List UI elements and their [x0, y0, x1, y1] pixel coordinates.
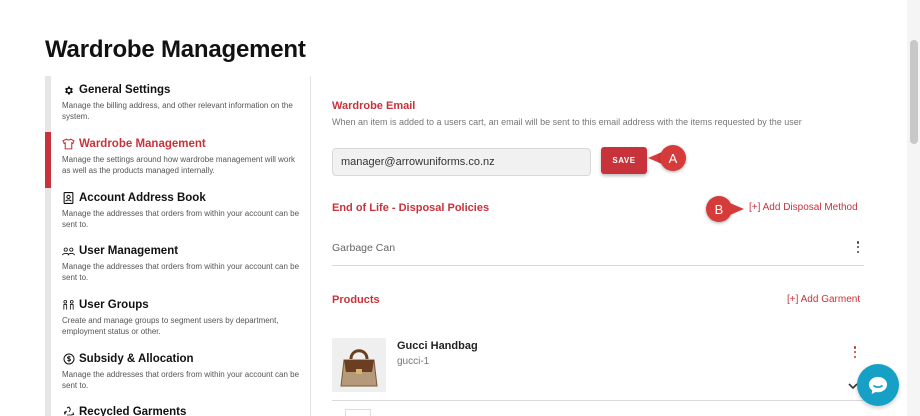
sidebar-item-description: Manage the addresses that orders from wi… — [62, 209, 300, 229]
chat-bubble-icon — [868, 376, 888, 395]
add-disposal-method-link[interactable]: [+] Add Disposal Method — [749, 202, 858, 213]
wardrobe-email-title: Wardrobe Email — [332, 100, 416, 112]
callout-pointer-icon — [730, 203, 744, 215]
callout-b-badge: B — [706, 196, 732, 222]
active-indicator — [45, 132, 51, 188]
sidebar-item-user-groups[interactable]: User Groups Create and manage groups to … — [45, 297, 310, 337]
sidebar-item-description: Manage the billing address, and other re… — [62, 101, 293, 121]
sidebar-item-label: User Management — [79, 245, 179, 257]
recycle-icon — [62, 406, 75, 416]
sidebar-item-label: Wardrobe Management — [79, 138, 206, 150]
sidebar-item-label: Subsidy & Allocation — [79, 353, 194, 365]
chat-support-button[interactable] — [857, 364, 899, 406]
dollar-circle-icon — [62, 353, 75, 366]
divider — [332, 400, 864, 401]
sidebar-item-description: Manage the addresses that orders from wi… — [62, 370, 300, 390]
sidebar-item-user-management[interactable]: User Management Manage the addresses tha… — [45, 243, 310, 283]
sidebar-item-description: Manage the addresses that orders from wi… — [62, 262, 300, 282]
add-garment-link[interactable]: [+] Add Garment — [787, 294, 860, 305]
callout-a: A — [648, 145, 686, 171]
handbag-image — [332, 338, 386, 392]
disposal-item: Garbage Can — [332, 242, 396, 254]
disposal-item-menu-icon[interactable] — [854, 241, 862, 253]
sidebar-item-label: Account Address Book — [79, 192, 206, 204]
product-name: Gucci Handbag — [397, 340, 478, 352]
page-title: Wardrobe Management — [45, 36, 306, 63]
users-icon — [62, 245, 75, 258]
product-thumbnail — [332, 338, 386, 392]
user-groups-icon — [62, 299, 75, 312]
save-button[interactable]: SAVE — [601, 147, 647, 174]
sidebar-item-account-address-book[interactable]: Account Address Book Manage the addresse… — [45, 190, 310, 230]
disposal-policies-title: End of Life - Disposal Policies — [332, 202, 490, 214]
callout-b: B — [706, 196, 744, 222]
sidebar-item-label: General Settings — [79, 84, 171, 96]
sidebar-item-description: Create and manage groups to segment user… — [62, 316, 279, 336]
wardrobe-email-description: When an item is added to a users cart, a… — [332, 117, 802, 127]
settings-sidebar: General Settings Manage the billing addr… — [45, 76, 311, 416]
sidebar-item-subsidy-allocation[interactable]: Subsidy & Allocation Manage the addresse… — [45, 351, 310, 391]
shirt-icon — [62, 138, 75, 151]
gear-icon — [62, 84, 75, 97]
address-book-icon — [62, 192, 75, 205]
sidebar-item-label: Recycled Garments — [79, 406, 187, 416]
settings-page: Wardrobe Management General Settings Man… — [0, 0, 920, 416]
sidebar-item-general-settings[interactable]: General Settings Manage the billing addr… — [45, 82, 310, 122]
next-product-thumbnail — [345, 409, 371, 416]
sidebar-item-label: User Groups — [79, 299, 149, 311]
callout-a-badge: A — [660, 145, 686, 171]
wardrobe-email-input[interactable] — [332, 148, 591, 176]
products-title: Products — [332, 294, 380, 306]
sidebar-item-description: Manage the settings around how wardrobe … — [62, 155, 296, 175]
scrollbar-thumb[interactable] — [910, 40, 918, 144]
product-menu-icon[interactable] — [851, 346, 859, 358]
sidebar-item-recycled-garments[interactable]: Recycled Garments — [45, 404, 310, 416]
product-sku: gucci-1 — [397, 356, 430, 367]
sidebar-item-wardrobe-management[interactable]: Wardrobe Management Manage the settings … — [45, 132, 310, 188]
divider — [332, 265, 864, 266]
